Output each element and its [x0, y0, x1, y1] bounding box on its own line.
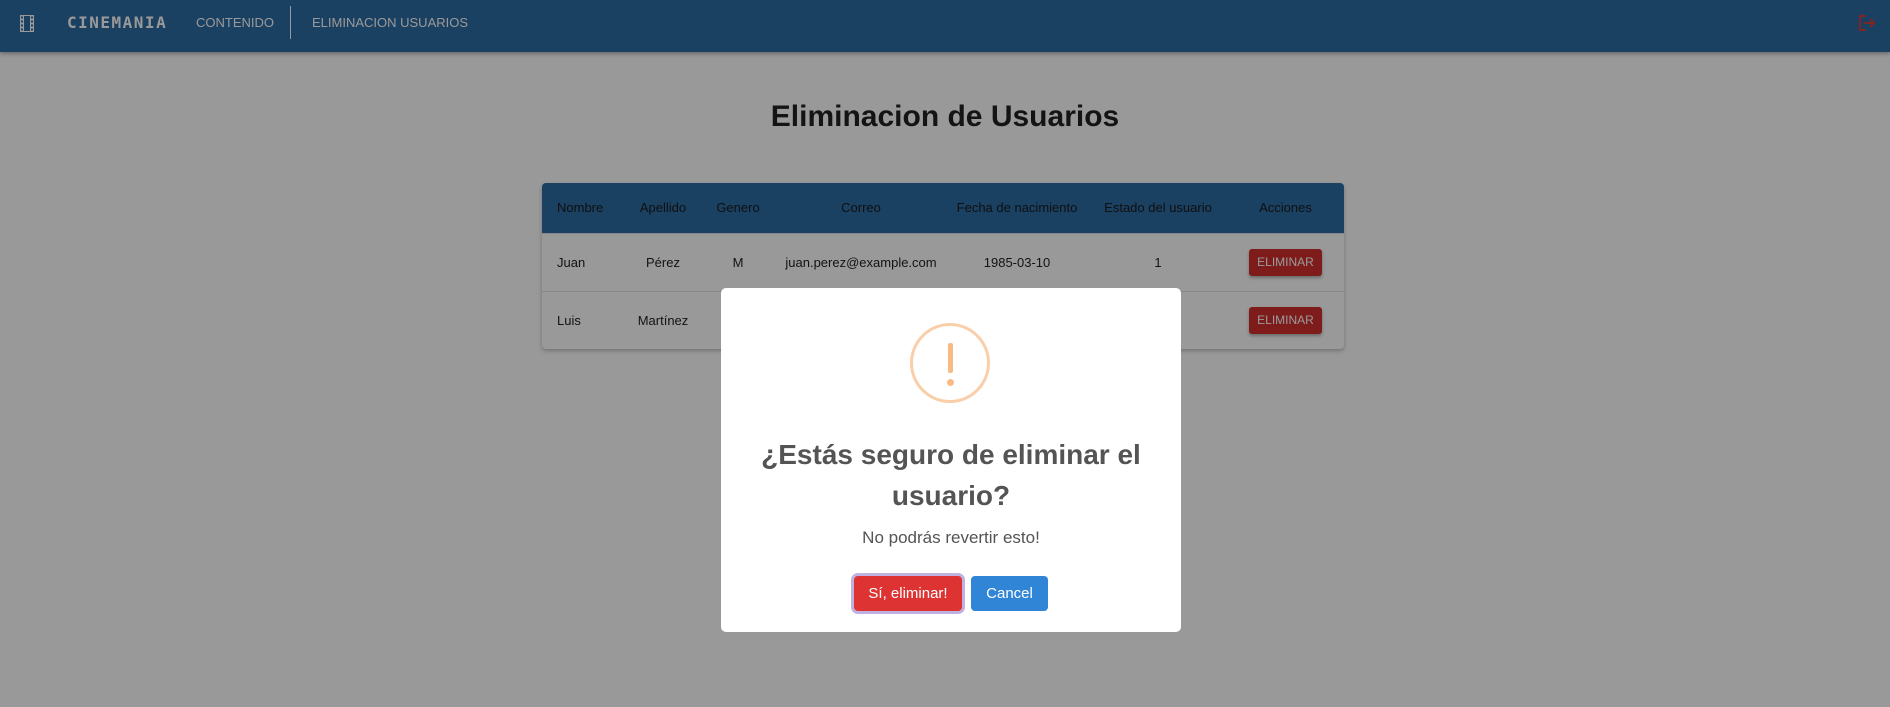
confirm-delete-button[interactable]: Sí, eliminar!	[854, 576, 962, 611]
confirm-delete-dialog: ¿Estás seguro de eliminar el usuario? No…	[721, 288, 1181, 632]
cancel-button[interactable]: Cancel	[971, 576, 1048, 611]
dialog-message: No podrás revertir esto!	[862, 528, 1040, 547]
warning-icon	[910, 323, 990, 403]
dialog-title: ¿Estás seguro de eliminar el usuario?	[761, 439, 1141, 511]
